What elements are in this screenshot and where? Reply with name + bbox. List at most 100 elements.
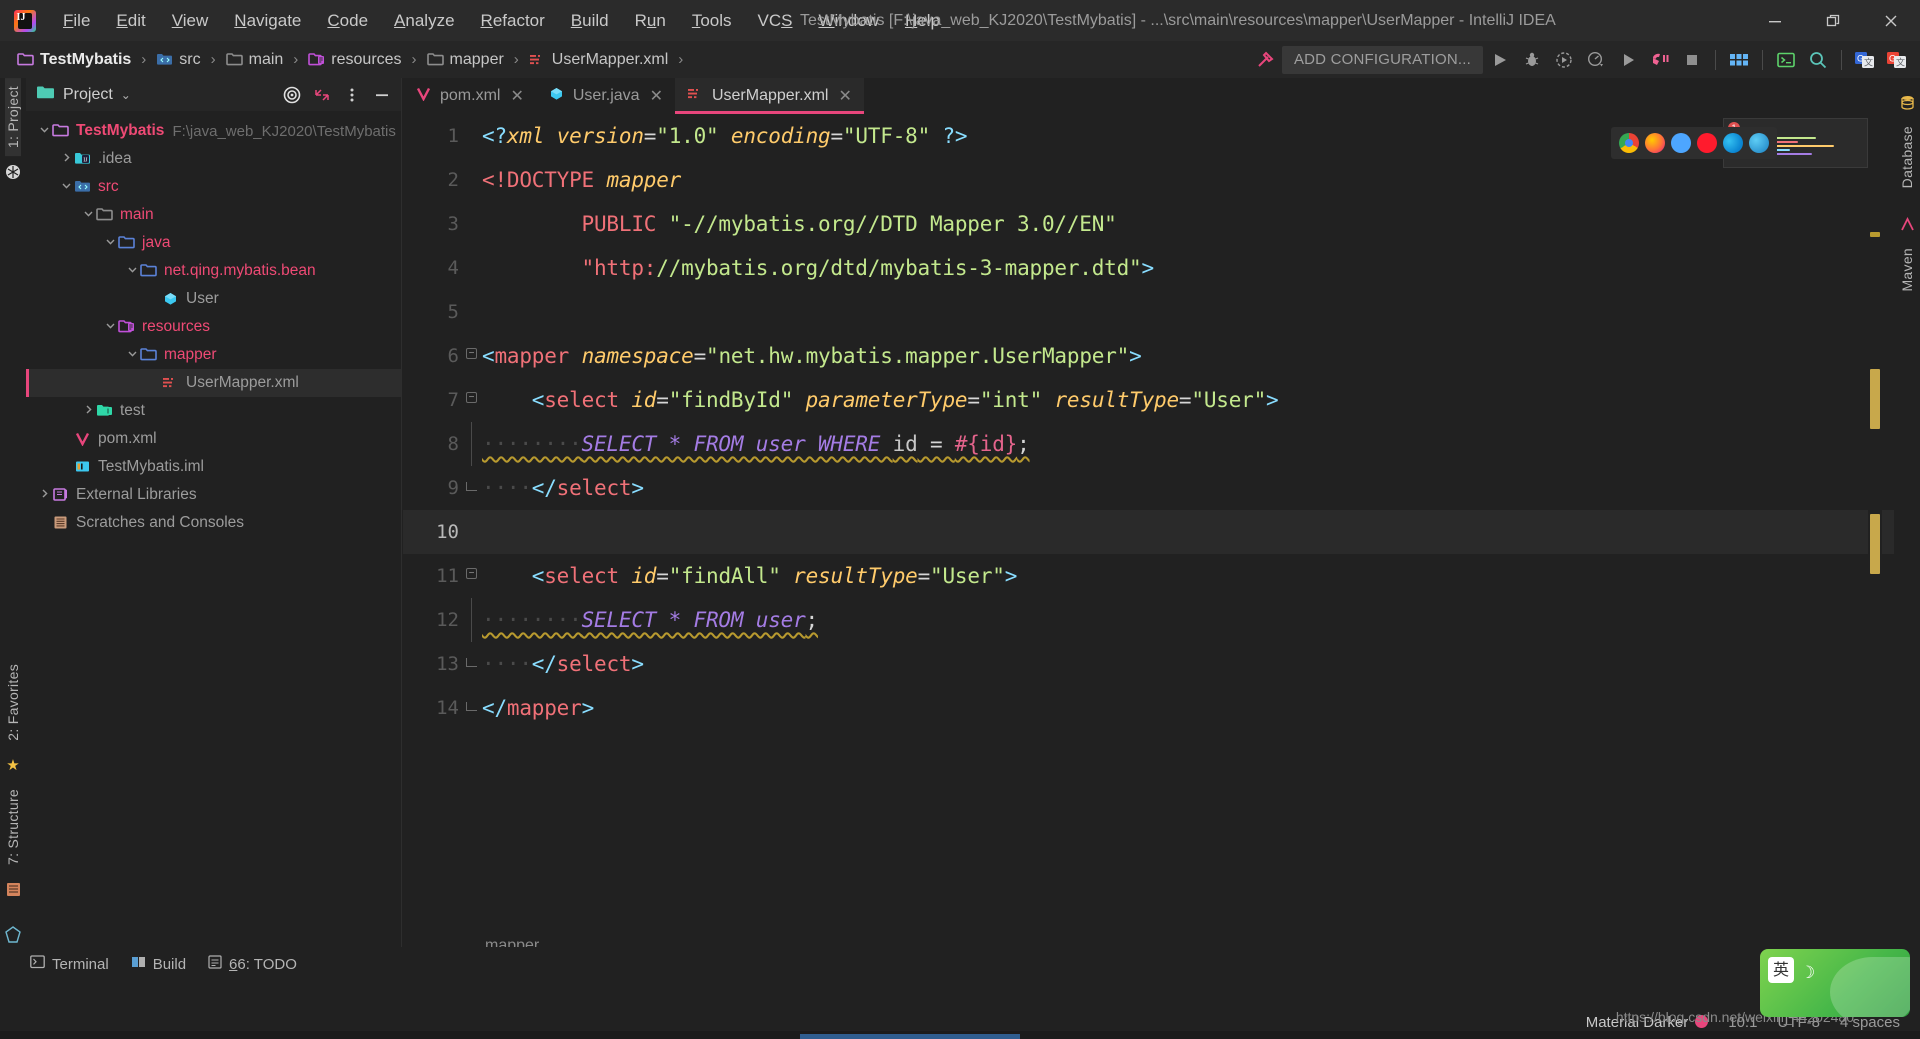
breadcrumb-item-main[interactable]: main [223, 45, 287, 75]
browser-launcher-popup[interactable] [1611, 127, 1777, 159]
tree-node-src[interactable]: src [26, 173, 401, 201]
stripe-warning-mark[interactable] [1870, 232, 1880, 237]
firefox-icon[interactable] [1645, 133, 1665, 153]
collapse-all-icon[interactable] [309, 82, 335, 108]
tree-node-pom-xml[interactable]: pom.xml [26, 425, 401, 453]
chevron-down-icon[interactable] [124, 264, 140, 278]
menu-view[interactable]: View [159, 0, 222, 41]
bottom-tab-build[interactable]: Build [131, 955, 186, 973]
code-line-8[interactable]: 8 ········SELECT * FROM user WHERE id = #… [403, 422, 1920, 466]
minimize-button[interactable] [1746, 0, 1804, 41]
tree-node-testmybatis[interactable]: TestMybatis F:\java_web_KJ2020\TestMybati… [26, 117, 401, 145]
terminal-icon[interactable] [1771, 45, 1801, 75]
code-line-12[interactable]: 12 ········SELECT * FROM user; [403, 598, 1920, 642]
fold-end-marker[interactable] [466, 658, 477, 667]
version-control-icon[interactable] [4, 163, 22, 181]
run-icon[interactable] [1485, 45, 1515, 75]
database-bottom-icon[interactable] [4, 880, 22, 898]
stripe-tab-database[interactable]: Database [1899, 118, 1915, 196]
tree-node-test[interactable]: test [26, 397, 401, 425]
tool-windows-icon[interactable] [1724, 45, 1754, 75]
fold-column[interactable] [459, 466, 482, 510]
chevron-down-icon[interactable] [36, 124, 52, 138]
menu-analyze[interactable]: Analyze [381, 0, 467, 41]
breadcrumb-item-usermapper-xml[interactable]: UserMapper.xml [526, 45, 671, 75]
chevron-down-icon[interactable]: ⌄ [121, 88, 131, 102]
fold-column[interactable] [459, 510, 482, 554]
fold-collapse-icon[interactable]: − [466, 392, 477, 403]
ime-mode-badge[interactable]: 英 [1768, 957, 1794, 983]
stripe-tab-maven[interactable]: Maven [1899, 240, 1915, 300]
menu-file[interactable]: File [50, 0, 103, 41]
fold-column[interactable] [459, 290, 482, 334]
options-menu-icon[interactable] [339, 82, 365, 108]
fold-end-marker[interactable] [466, 702, 477, 711]
tree-node-user[interactable]: User [26, 285, 401, 313]
close-button[interactable] [1862, 0, 1920, 41]
editor-tab-usermapper-xml[interactable]: UserMapper.xml ✕ [674, 78, 864, 114]
tree-node-external-libraries[interactable]: External Libraries [26, 481, 401, 509]
chrome-icon[interactable] [1619, 133, 1639, 153]
fold-column[interactable]: − [459, 378, 482, 422]
build-hammer-icon[interactable] [1250, 45, 1280, 75]
ime-floating-widget[interactable]: 英 ☽ [1760, 949, 1910, 1017]
breadcrumb-item-testmybatis[interactable]: TestMybatis [14, 45, 134, 75]
breadcrumb-item-mapper[interactable]: mapper [424, 45, 507, 75]
stripe-tab-project[interactable]: 1: Project [5, 78, 21, 157]
close-icon[interactable]: ✕ [650, 86, 663, 106]
chevron-down-icon[interactable] [102, 236, 118, 250]
chevron-down-icon[interactable] [124, 348, 140, 362]
breadcrumb-item-src[interactable]: src [153, 45, 203, 75]
code-line-13[interactable]: 13 ····</select> [403, 642, 1920, 686]
profiler-icon[interactable] [1581, 45, 1611, 75]
code-line-9[interactable]: 9 ····</select> [403, 466, 1920, 510]
menu-vcs[interactable]: VCS [745, 0, 806, 41]
taskbar-active-item[interactable] [800, 1034, 1020, 1039]
fold-column[interactable] [459, 202, 482, 246]
tree-node-mapper[interactable]: mapper [26, 341, 401, 369]
tree-node-main[interactable]: main [26, 201, 401, 229]
bottom-tab-terminal[interactable]: Terminal [30, 955, 109, 973]
tree-node-scratches-and-consoles[interactable]: Scratches and Consoles [26, 509, 401, 537]
tree-node-net-qing-mybatis-bean[interactable]: net.qing.mybatis.bean [26, 257, 401, 285]
stripe-tab-structure[interactable]: 7: Structure [5, 781, 21, 873]
favorites-star-icon[interactable]: ★ [4, 756, 22, 774]
close-icon[interactable]: ✕ [838, 86, 851, 106]
stripe-warning-block-1[interactable] [1870, 369, 1880, 429]
fold-column[interactable] [459, 246, 482, 290]
menu-code[interactable]: Code [314, 0, 381, 41]
menu-refactor[interactable]: Refactor [468, 0, 558, 41]
google-translate-icon[interactable]: G 文 [1850, 45, 1880, 75]
fold-column[interactable] [459, 686, 482, 730]
fold-end-marker[interactable] [466, 482, 477, 491]
chevron-down-icon[interactable] [58, 180, 74, 194]
stripe-warning-block-2[interactable] [1870, 514, 1880, 574]
edge-icon[interactable] [1723, 133, 1743, 153]
chevron-right-icon[interactable] [36, 488, 52, 502]
fold-column[interactable] [459, 598, 482, 642]
tree-node-usermapper-xml[interactable]: UserMapper.xml [26, 369, 401, 397]
chevron-down-icon[interactable] [80, 208, 96, 222]
fold-column[interactable] [459, 158, 482, 202]
chromium-icon[interactable] [1671, 133, 1691, 153]
ime-moon-icon[interactable]: ☽ [1800, 963, 1815, 983]
stop-call-icon[interactable] [1645, 45, 1675, 75]
code-line-2[interactable]: 2 <!DOCTYPE mapper [403, 158, 1920, 202]
menu-edit[interactable]: Edit [103, 0, 158, 41]
code-line-6[interactable]: 6− <mapper namespace="net.hw.mybatis.mapp… [403, 334, 1920, 378]
code-line-11[interactable]: 11− <select id="findAll" resultType="Use… [403, 554, 1920, 598]
fold-column[interactable]: − [459, 334, 482, 378]
chevron-right-icon[interactable] [80, 404, 96, 418]
code-line-7[interactable]: 7− <select id="findById" parameterType="… [403, 378, 1920, 422]
chevron-right-icon[interactable] [58, 152, 74, 166]
tree-node-resources[interactable]: resources [26, 313, 401, 341]
debug-icon[interactable] [1517, 45, 1547, 75]
fold-column[interactable] [459, 422, 482, 466]
database-icon[interactable] [1898, 93, 1916, 111]
code-line-10[interactable]: 10 [403, 510, 1920, 554]
tree-node--idea[interactable]: IJ .idea [26, 145, 401, 173]
code-line-14[interactable]: 14 </mapper> [403, 686, 1920, 730]
bottom-tab-todo[interactable]: 66: TODO [208, 955, 297, 973]
editor-tab-user-java[interactable]: User.java ✕ [535, 78, 675, 114]
menu-tools[interactable]: Tools [679, 0, 745, 41]
